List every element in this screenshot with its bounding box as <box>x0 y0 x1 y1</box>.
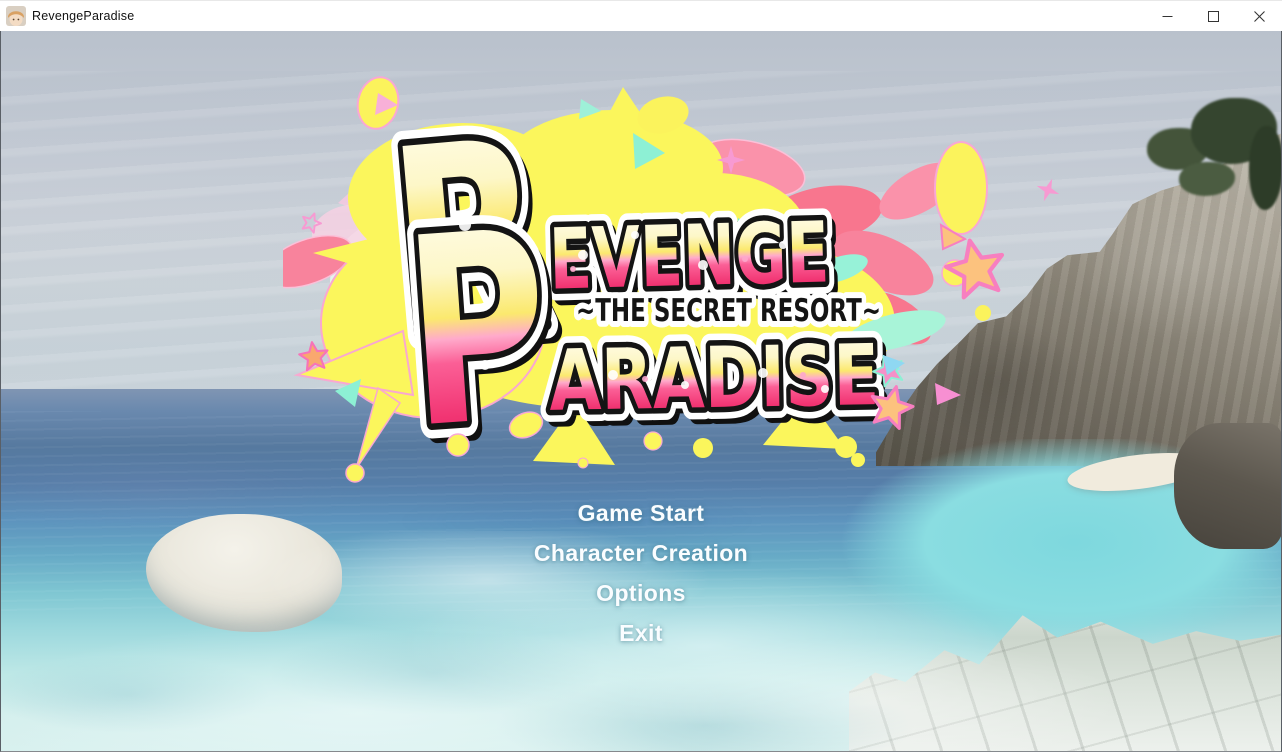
window-controls <box>1144 1 1282 31</box>
window-title: RevengeParadise <box>32 9 134 23</box>
menu-item-character-creation[interactable]: Character Creation <box>1 533 1281 573</box>
game-logo: R R R EVENGE EVENGE EVENGE ~THE SECRET R… <box>283 73 1183 503</box>
logo-art: R R R EVENGE EVENGE EVENGE ~THE SECRET R… <box>283 73 1183 503</box>
menu-item-game-start[interactable]: Game Start <box>1 493 1281 533</box>
app-icon <box>6 6 26 26</box>
svg-text:ARADISE: ARADISE <box>548 326 880 430</box>
character-portrait-icon <box>6 6 26 26</box>
svg-text:P: P <box>397 176 558 487</box>
tree-canopy <box>1179 162 1235 196</box>
maximize-icon <box>1208 11 1219 22</box>
tree-canopy <box>1249 126 1282 210</box>
maximize-button[interactable] <box>1190 1 1236 31</box>
minimize-button[interactable] <box>1144 1 1190 31</box>
close-button[interactable] <box>1236 1 1282 31</box>
minimize-icon <box>1162 11 1173 22</box>
app-window: RevengeParadise <box>0 0 1282 752</box>
game-viewport: R R R EVENGE EVENGE EVENGE ~THE SECRET R… <box>0 31 1282 752</box>
logo-subtitle: ~THE SECRET RESORT~ ~THE SECRET RESORT~ <box>576 293 881 329</box>
menu-item-exit[interactable]: Exit <box>1 613 1281 653</box>
svg-text:~THE SECRET RESORT~: ~THE SECRET RESORT~ <box>576 293 881 329</box>
menu-item-options[interactable]: Options <box>1 573 1281 613</box>
main-menu: Game Start Character Creation Options Ex… <box>1 493 1281 653</box>
close-icon <box>1254 11 1265 22</box>
title-bar: RevengeParadise <box>0 0 1282 31</box>
